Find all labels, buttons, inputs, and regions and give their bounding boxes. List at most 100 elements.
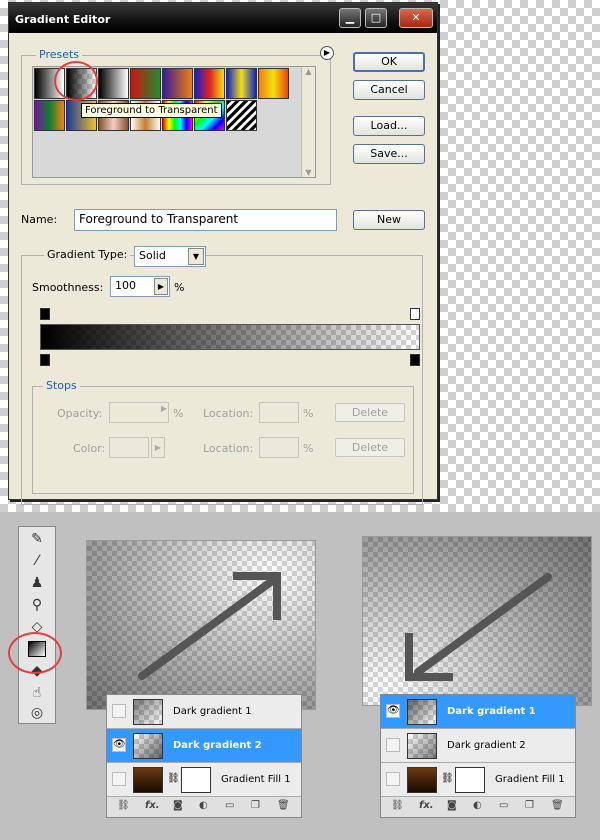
layer-mask-thumbnail xyxy=(455,767,485,793)
color-delete-button[interactable]: Delete xyxy=(335,438,405,457)
layer-name: Gradient Fill 1 xyxy=(221,774,291,785)
transparent-canvas-background: Gradient Editor ▁ □ ✕ Presets Foreground… xyxy=(0,0,600,512)
dodge-icon[interactable]: ◎ xyxy=(25,703,49,723)
layer-row-selected[interactable]: 👁 Dark gradient 2 xyxy=(107,729,301,763)
preset-swatch[interactable] xyxy=(194,68,225,99)
history-brush-icon[interactable]: ⚲ xyxy=(25,595,49,615)
healing-brush-icon[interactable]: ✎ xyxy=(25,529,49,549)
minimize-button[interactable]: ▁ xyxy=(339,8,361,28)
visibility-toggle[interactable] xyxy=(112,704,126,718)
smoothness-value: 100 xyxy=(115,279,136,292)
gradient-type-label: Gradient Type: xyxy=(44,248,131,261)
new-group-icon[interactable]: ▭ xyxy=(499,800,508,811)
opacity-location-field[interactable] xyxy=(259,402,299,423)
layer-thumbnail xyxy=(133,699,163,725)
layer-name: Dark gradient 1 xyxy=(173,706,252,717)
title-bar: Gradient Editor ▁ □ ✕ xyxy=(9,3,437,33)
layer-row[interactable]: Dark gradient 2 xyxy=(381,729,575,763)
scroll-up-icon[interactable]: ▲ xyxy=(302,67,315,76)
load-button[interactable]: Load... xyxy=(353,116,425,136)
stops-label: Stops xyxy=(43,379,80,392)
gradient-type-select[interactable]: Solid ▼ xyxy=(134,246,206,267)
new-layer-icon[interactable]: ❐ xyxy=(251,800,260,811)
layer-row[interactable]: ⛓ Gradient Fill 1 xyxy=(381,763,575,797)
opacity-percent: % xyxy=(173,407,184,420)
preset-tooltip: Foreground to Transparent xyxy=(81,103,222,118)
brush-icon[interactable]: ⁄ xyxy=(25,551,49,571)
preset-swatch[interactable] xyxy=(162,68,193,99)
chevron-down-icon[interactable]: ▼ xyxy=(188,248,204,265)
ok-button[interactable]: OK xyxy=(353,52,425,72)
layer-name: Dark gradient 2 xyxy=(447,740,526,751)
canvas-right xyxy=(362,536,592,706)
adjustment-layer-icon[interactable]: ◐ xyxy=(473,800,482,811)
scroll-down-icon[interactable]: ▼ xyxy=(302,168,315,177)
add-mask-icon[interactable]: ◙ xyxy=(173,800,183,811)
preset-swatch[interactable] xyxy=(258,68,289,99)
arrow-up-right-icon xyxy=(138,572,281,680)
fx-icon[interactable]: fx. xyxy=(419,800,434,811)
layer-row[interactable]: ⛓ Gradient Fill 1 xyxy=(107,763,301,797)
preset-swatch[interactable] xyxy=(98,68,129,99)
color-picker-arrow-icon[interactable]: ▶ xyxy=(151,437,165,458)
color-swatch-field[interactable] xyxy=(109,437,149,458)
clone-stamp-icon[interactable]: ♟ xyxy=(25,573,49,593)
smoothness-label: Smoothness: xyxy=(32,281,104,294)
color-location-field[interactable] xyxy=(259,437,299,458)
adjustment-layer-icon[interactable]: ◐ xyxy=(199,800,208,811)
add-mask-icon[interactable]: ◙ xyxy=(447,800,457,811)
eye-icon[interactable]: 👁 xyxy=(386,704,400,718)
link-layers-icon[interactable]: ⛓ xyxy=(117,800,130,811)
smoothness-percent: % xyxy=(174,281,185,294)
opacity-location-label: Location: xyxy=(203,407,254,420)
name-label: Name: xyxy=(21,213,58,226)
fx-icon[interactable]: fx. xyxy=(145,800,160,811)
layer-name: Dark gradient 2 xyxy=(173,740,262,751)
layer-row-selected[interactable]: 👁 Dark gradient 1 xyxy=(381,695,575,729)
presets-menu-icon[interactable]: ▶ xyxy=(320,46,334,60)
save-button[interactable]: Save... xyxy=(353,144,425,164)
new-group-icon[interactable]: ▭ xyxy=(225,800,234,811)
highlight-circle xyxy=(54,61,98,101)
link-icon: ⛓ xyxy=(441,773,454,784)
opacity-field[interactable]: ▶ xyxy=(109,402,169,423)
gradient-preview-bar[interactable] xyxy=(40,324,420,350)
layer-thumbnail xyxy=(133,767,163,793)
opacity-delete-button[interactable]: Delete xyxy=(335,403,405,422)
trash-icon[interactable]: 🗑 xyxy=(551,800,564,811)
preset-swatch[interactable] xyxy=(34,100,65,131)
preset-swatch[interactable] xyxy=(226,100,257,131)
layers-panel-right: 👁 Dark gradient 1 Dark gradient 2 ⛓ Grad… xyxy=(380,694,576,818)
color-location-percent: % xyxy=(303,442,314,455)
opacity-stop-right[interactable] xyxy=(410,308,420,320)
new-button[interactable]: New xyxy=(353,210,425,230)
name-field[interactable]: Foreground to Transparent xyxy=(74,209,337,231)
close-button[interactable]: ✕ xyxy=(399,8,433,28)
layers-footer: ⛓ fx. ◙ ◐ ▭ ❐ 🗑 xyxy=(381,797,575,817)
visibility-toggle[interactable] xyxy=(112,772,126,786)
visibility-toggle[interactable] xyxy=(386,738,400,752)
visibility-toggle[interactable] xyxy=(386,772,400,786)
color-label: Color: xyxy=(73,442,106,455)
canvas-left xyxy=(86,540,316,710)
color-stop-right[interactable] xyxy=(410,354,420,366)
preset-swatch[interactable] xyxy=(226,68,257,99)
new-layer-icon[interactable]: ❐ xyxy=(525,800,534,811)
eye-icon[interactable]: 👁 xyxy=(112,738,126,752)
maximize-button[interactable]: □ xyxy=(365,8,387,28)
trash-icon[interactable]: 🗑 xyxy=(277,800,290,811)
smoothness-stepper-icon[interactable]: ▶ xyxy=(154,278,168,295)
smudge-icon[interactable]: ☝ xyxy=(25,683,49,703)
preset-swatch[interactable] xyxy=(130,68,161,99)
link-layers-icon[interactable]: ⛓ xyxy=(391,800,404,811)
opacity-stepper-icon[interactable]: ▶ xyxy=(161,404,167,413)
color-stop-left[interactable] xyxy=(40,354,50,366)
opacity-stop-left[interactable] xyxy=(40,308,50,320)
presets-scrollbar[interactable]: ▲ ▼ xyxy=(301,67,315,177)
gradient-type-value: Solid xyxy=(139,249,166,262)
smoothness-field[interactable]: 100 ▶ xyxy=(110,276,170,297)
cancel-button[interactable]: Cancel xyxy=(353,80,425,100)
gradient-editor-dialog: Gradient Editor ▁ □ ✕ Presets Foreground… xyxy=(8,2,438,505)
layer-row[interactable]: Dark gradient 1 xyxy=(107,695,301,729)
bottom-panel: ✎ ⁄ ♟ ⚲ ◇ ◆ ☝ ◎ Dark gradient 1 👁 Dark g… xyxy=(0,512,600,840)
